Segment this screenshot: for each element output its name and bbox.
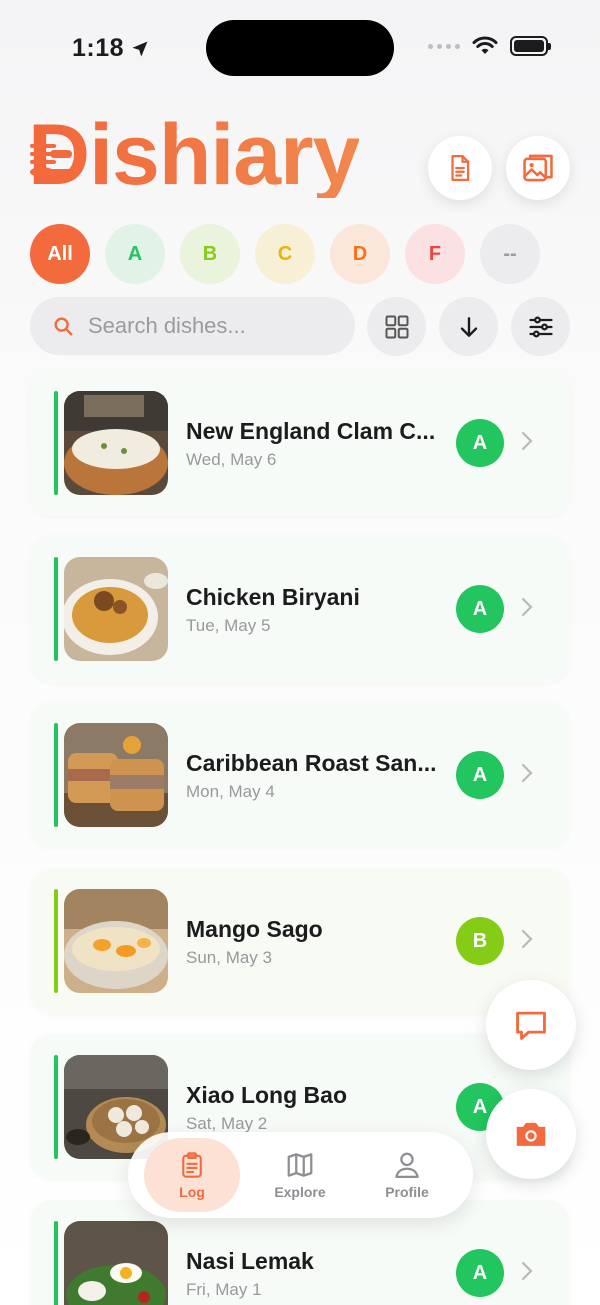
filter-all[interactable]: All <box>30 224 90 284</box>
grid-view-button[interactable] <box>367 297 426 356</box>
dish-card[interactable]: Chicken Biryani Tue, May 5 A <box>30 536 570 682</box>
status-time: 1:18 <box>72 34 150 63</box>
dish-date: Wed, May 6 <box>186 450 277 469</box>
dish-date: Sat, May 2 <box>186 1114 268 1133</box>
person-icon <box>395 1152 419 1178</box>
tab-explore-label: Explore <box>274 1184 326 1200</box>
chevron-right-icon <box>521 763 533 783</box>
grade-indicator-bar <box>54 1055 58 1159</box>
filter-grade-b[interactable]: B <box>180 224 240 284</box>
dish-title: Chicken Biryani <box>186 584 360 610</box>
status-time-text: 1:18 <box>72 34 125 62</box>
dish-title: Xiao Long Bao <box>186 1082 347 1108</box>
tab-log[interactable]: Log <box>144 1138 240 1212</box>
tab-bar: Log Explore Profile <box>128 1132 473 1218</box>
battery-icon <box>510 36 551 56</box>
dish-title: New England Clam C... <box>186 418 436 444</box>
chevron-right-icon <box>521 431 533 451</box>
search-placeholder: Search dishes... <box>88 313 246 338</box>
dish-card[interactable]: New England Clam C... Wed, May 6 A <box>30 370 570 516</box>
grade-badge: B <box>456 917 504 965</box>
grade-badge: A <box>456 751 504 799</box>
dish-photo <box>64 1221 168 1305</box>
dish-title: Nasi Lemak <box>186 1248 314 1274</box>
camera-button[interactable] <box>486 1089 576 1179</box>
camera-icon <box>516 1122 546 1146</box>
grade-badge: A <box>456 1249 504 1297</box>
dish-date: Tue, May 5 <box>186 616 271 635</box>
wifi-icon <box>472 36 498 54</box>
dish-photo <box>64 723 168 827</box>
cellular-signal-icon <box>428 43 460 49</box>
grid-icon <box>385 315 408 338</box>
gallery-icon <box>523 154 553 182</box>
grade-indicator-bar <box>54 889 58 993</box>
utensils-icon <box>30 144 74 177</box>
dish-card[interactable]: Mango Sago Sun, May 3 B <box>30 868 570 1014</box>
grade-indicator-bar <box>54 723 58 827</box>
filter-grade-a[interactable]: A <box>105 224 165 284</box>
tab-profile-label: Profile <box>385 1184 429 1200</box>
grade-badge: A <box>456 419 504 467</box>
document-icon <box>451 155 470 181</box>
tab-profile[interactable]: Profile <box>359 1138 455 1212</box>
search-input[interactable]: Search dishes... <box>30 297 355 355</box>
sort-down-icon <box>460 316 477 337</box>
chat-icon <box>516 1011 546 1040</box>
app-header: Dishiary <box>28 112 573 207</box>
location-arrow-icon <box>132 41 148 56</box>
chevron-right-icon <box>521 1261 533 1281</box>
map-icon <box>287 1153 313 1177</box>
filter-grade-d[interactable]: D <box>330 224 390 284</box>
grade-indicator-bar <box>54 557 58 661</box>
grade-indicator-bar <box>54 1221 58 1305</box>
grade-indicator-bar <box>54 391 58 495</box>
filter-grade-f[interactable]: F <box>405 224 465 284</box>
grade-filter-bar: All A B C D F -- <box>30 224 540 284</box>
chevron-right-icon <box>521 929 533 949</box>
dish-photo <box>64 889 168 993</box>
filter-grade-c[interactable]: C <box>255 224 315 284</box>
dish-date: Fri, May 1 <box>186 1280 262 1299</box>
filter-ungraded[interactable]: -- <box>480 224 540 284</box>
clipboard-icon <box>182 1152 202 1178</box>
chat-button[interactable] <box>486 980 576 1070</box>
dish-photo <box>64 557 168 661</box>
sort-button[interactable] <box>439 297 498 356</box>
dish-card[interactable]: Caribbean Roast San... Mon, May 4 A <box>30 702 570 848</box>
status-indicators <box>428 36 551 56</box>
dish-date: Sun, May 3 <box>186 948 272 967</box>
gallery-button[interactable] <box>506 136 570 200</box>
tab-explore[interactable]: Explore <box>252 1138 348 1212</box>
filter-sliders-icon <box>528 316 553 337</box>
dish-photo <box>64 391 168 495</box>
search-icon <box>54 317 73 336</box>
report-button[interactable] <box>428 136 492 200</box>
dish-title: Caribbean Roast San... <box>186 750 437 776</box>
dish-title: Mango Sago <box>186 916 323 942</box>
filter-options-button[interactable] <box>511 297 570 356</box>
chevron-right-icon <box>521 597 533 617</box>
status-bar: 1:18 <box>0 0 600 95</box>
dish-date: Mon, May 4 <box>186 782 275 801</box>
tab-log-label: Log <box>179 1184 205 1200</box>
dynamic-island <box>206 20 394 76</box>
grade-badge: A <box>456 585 504 633</box>
